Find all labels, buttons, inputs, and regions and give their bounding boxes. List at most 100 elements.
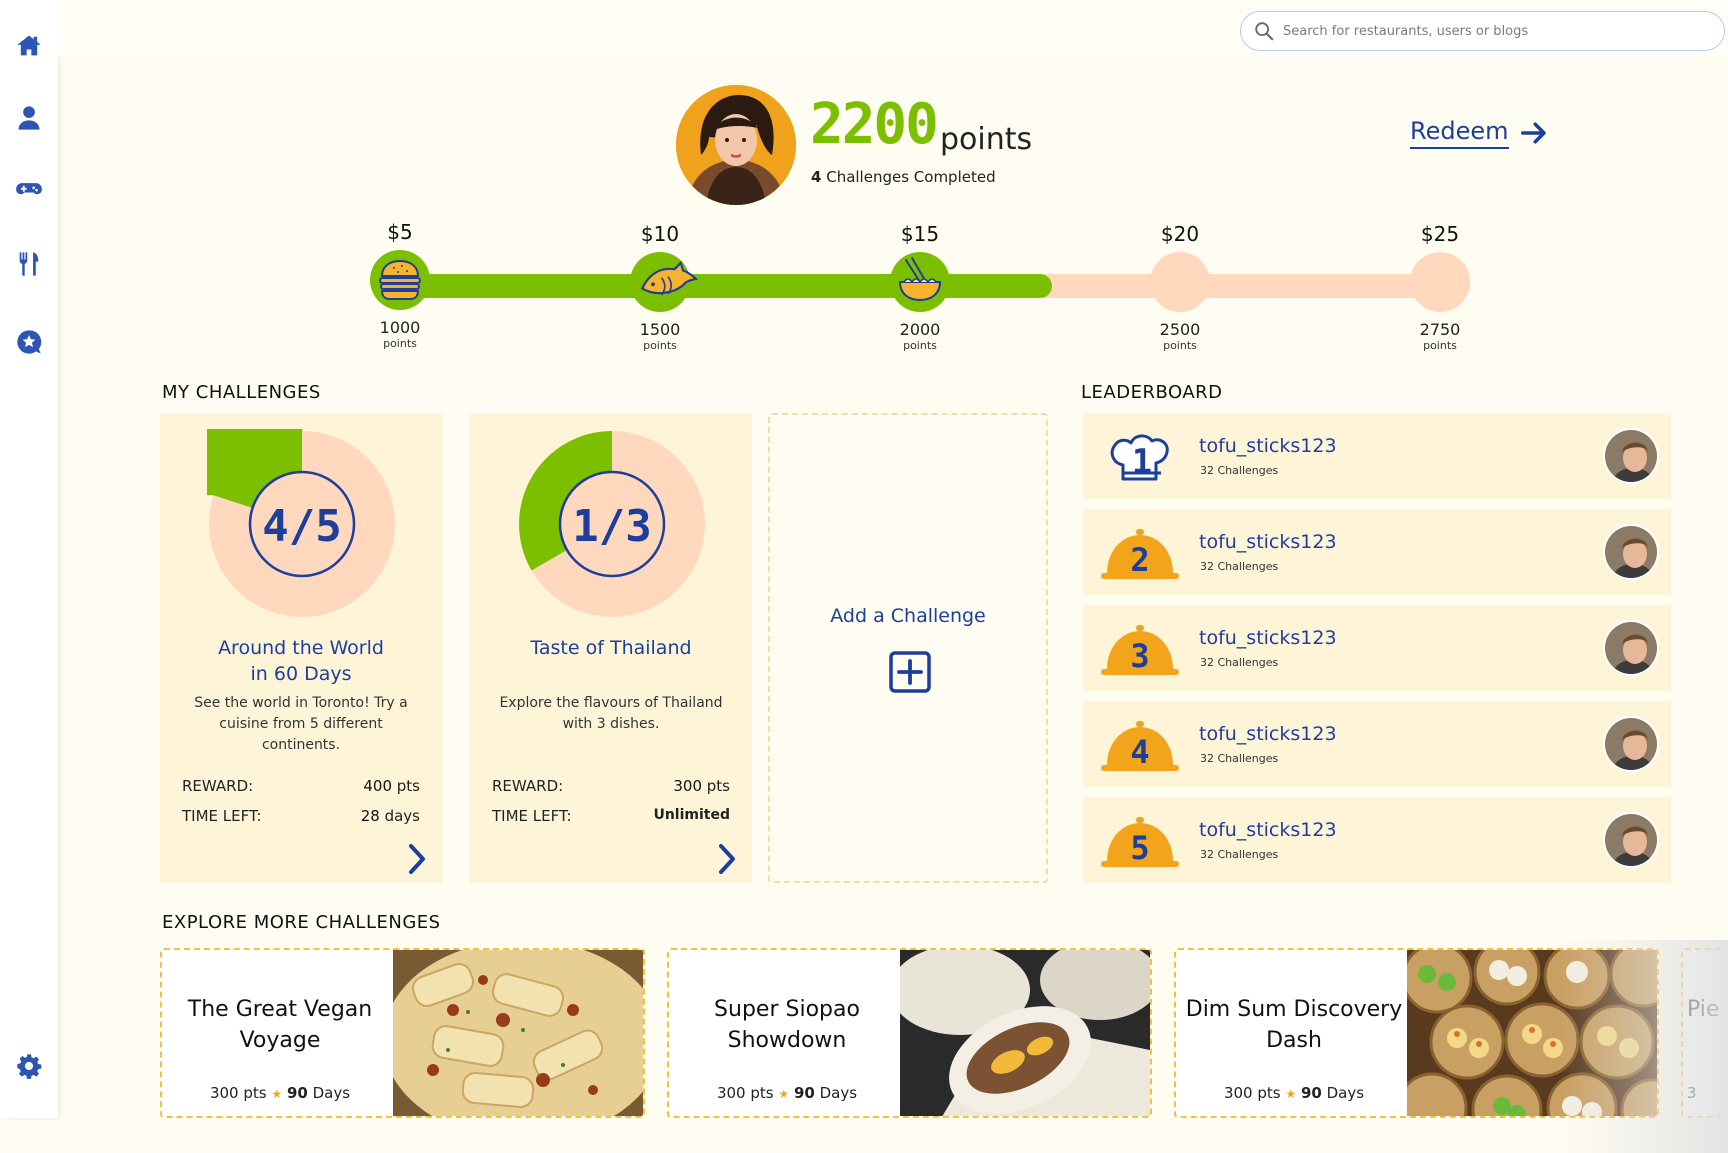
- leaderboard-challenge-count: 32 Challenges: [1200, 848, 1279, 861]
- gamepad-icon[interactable]: [13, 173, 45, 205]
- milestone-amount: $20: [1160, 222, 1200, 246]
- explore-card-days-unit: Days: [312, 1084, 351, 1102]
- milestone-amount: $15: [900, 222, 940, 246]
- chevron-right-icon[interactable]: [402, 841, 432, 877]
- top-bar: [58, 0, 1728, 57]
- milestone-dot: [630, 252, 699, 312]
- explore-card-title-line-2: Showdown: [727, 1028, 847, 1053]
- leaderboard-username[interactable]: tofu_sticks123: [1199, 723, 1337, 745]
- explore-challenge-card[interactable]: The Great Vegan Voyage 300 pts ★ 90 Days: [160, 948, 645, 1118]
- explore-card-title-line-2: Voyage: [239, 1028, 321, 1053]
- home-icon[interactable]: [13, 30, 45, 62]
- milestone-points: 2750: [1419, 320, 1461, 339]
- milestone-amount: $10: [640, 222, 680, 246]
- explore-card-days: 90: [1300, 1084, 1322, 1102]
- profile-avatar: [676, 85, 796, 205]
- reward-value: 300 pts: [673, 777, 730, 795]
- milestone-points-unit: points: [1163, 339, 1197, 352]
- challenges-completed-label: Challenges Completed: [826, 168, 996, 186]
- rank-number: 5: [1130, 829, 1149, 867]
- challenge-description: See the world in Toronto! Try a cuisine …: [194, 695, 408, 753]
- challenge-time-row: TIME LEFT: Unlimited: [492, 807, 730, 825]
- avatar[interactable]: [1603, 524, 1659, 580]
- explore-card-title: Pie: [1687, 994, 1728, 1025]
- challenge-reward-row: REWARD: 300 pts: [492, 777, 730, 795]
- challenge-card[interactable]: 4/5 Around the World in 60 Days See the w…: [160, 413, 442, 883]
- chef-hat-rank-icon: 1: [1110, 434, 1169, 482]
- leaderboard-challenge-count: 32 Challenges: [1200, 560, 1279, 573]
- challenge-progress-ring: 4/5: [207, 429, 395, 617]
- leaderboard-username[interactable]: tofu_sticks123: [1199, 435, 1337, 457]
- milestone-points-unit: points: [1423, 339, 1457, 352]
- milestone-amount: $5: [387, 220, 413, 244]
- explore-card-title: Super Siopao Showdown: [677, 994, 897, 1056]
- leaderboard-challenge-count: 32 Challenges: [1200, 752, 1279, 765]
- milestone-points: 1500: [639, 320, 681, 339]
- explore-card-points: 3: [1687, 1084, 1697, 1102]
- milestone-3: $15 2000 points: [860, 222, 980, 352]
- avatar[interactable]: [1603, 620, 1659, 676]
- milestone-5: $25 2750 points: [1380, 222, 1500, 352]
- user-icon[interactable]: [13, 102, 45, 134]
- milestone-1: $5 1000 points: [340, 220, 460, 350]
- rank-number: 4: [1130, 733, 1149, 771]
- challenge-title-line-1: Around the World: [218, 637, 384, 659]
- leaderboard-challenge-count: 32 Challenges: [1200, 464, 1279, 477]
- challenge-title-line-1: Taste of Thailand: [530, 637, 692, 659]
- challenge-card[interactable]: 1/3 Taste of Thailand Explore the flavou…: [470, 413, 752, 883]
- star-chat-icon[interactable]: [13, 326, 45, 358]
- explore-card-points-unit: pts: [1257, 1084, 1281, 1102]
- siopao-photo: [900, 950, 1150, 1116]
- search-input[interactable]: [1283, 23, 1703, 39]
- leaderboard-username[interactable]: tofu_sticks123: [1199, 627, 1337, 649]
- reward-label: REWARD:: [492, 777, 564, 795]
- avatar[interactable]: [1603, 428, 1659, 484]
- redeem-link[interactable]: Redeem: [1410, 117, 1549, 149]
- explore-card-title: The Great Vegan Voyage: [170, 994, 390, 1056]
- leaderboard-row[interactable]: 3 tofu_sticks123 32 Challenges: [1083, 605, 1671, 691]
- gear-icon[interactable]: [13, 1050, 45, 1082]
- avatar[interactable]: [1603, 716, 1659, 772]
- arrow-right-icon: [1520, 122, 1546, 144]
- explore-card-meta: 300 pts ★ 90 Days: [170, 1084, 390, 1102]
- plus-square-icon[interactable]: [888, 650, 932, 694]
- cloche-rank-icon: 5: [1101, 817, 1179, 867]
- explore-card-points: 300: [716, 1084, 746, 1102]
- leaderboard-title: LEADERBOARD: [1081, 382, 1223, 403]
- explore-card-points-unit: pts: [750, 1084, 774, 1102]
- time-left-value: 28 days: [361, 807, 420, 825]
- explore-card-meta: 300 pts ★ 90 Days: [677, 1084, 897, 1102]
- reward-value-unit: pts: [706, 777, 730, 795]
- leaderboard-row[interactable]: 1 tofu_sticks123 32 Challenges: [1083, 413, 1671, 499]
- explore-card-points: 300: [209, 1084, 239, 1102]
- explore-challenge-card[interactable]: Super Siopao Showdown 300 pts ★ 90 Days: [667, 948, 1152, 1118]
- pasta-photo: [393, 950, 643, 1116]
- explore-challenge-card[interactable]: Pie 3: [1681, 948, 1728, 1118]
- cloche-rank-icon: 4: [1101, 721, 1179, 771]
- explore-card-title-line-1: Super Siopao: [714, 997, 860, 1022]
- leaderboard-username[interactable]: tofu_sticks123: [1199, 819, 1337, 841]
- challenges-completed-count: 4: [811, 168, 822, 186]
- cloche-rank-icon: 3: [1101, 625, 1179, 675]
- explore-challenge-card[interactable]: Dim Sum Discovery Dash 300 pts ★ 90 Days: [1174, 948, 1659, 1118]
- milestone-dot: [1150, 252, 1210, 312]
- leaderboard-row[interactable]: 5 tofu_sticks123 32 Challenges: [1083, 797, 1671, 883]
- dim-sum-photo: [1407, 950, 1657, 1116]
- challenge-title-line-2: in 60 Days: [250, 663, 352, 685]
- leaderboard-row[interactable]: 2 tofu_sticks123 32 Challenges: [1083, 509, 1671, 595]
- explore-card-points: 300: [1223, 1084, 1253, 1102]
- utensils-icon[interactable]: [13, 248, 45, 280]
- explore-card-title-line-1: The Great Vegan: [187, 997, 373, 1022]
- rank-number: 1: [1132, 442, 1152, 482]
- search-bar[interactable]: [1240, 11, 1725, 51]
- milestone-dot: [370, 250, 430, 310]
- time-left-number: 28: [360, 807, 380, 825]
- avatar[interactable]: [1603, 812, 1659, 868]
- milestone-points-unit: points: [383, 337, 417, 350]
- chevron-right-icon[interactable]: [712, 841, 742, 877]
- add-challenge-card[interactable]: Add a Challenge: [768, 413, 1048, 883]
- leaderboard-row[interactable]: 4 tofu_sticks123 32 Challenges: [1083, 701, 1671, 787]
- leaderboard-username[interactable]: tofu_sticks123: [1199, 531, 1337, 553]
- reward-value: 400 pts: [363, 777, 420, 795]
- star-icon: ★: [778, 1087, 790, 1101]
